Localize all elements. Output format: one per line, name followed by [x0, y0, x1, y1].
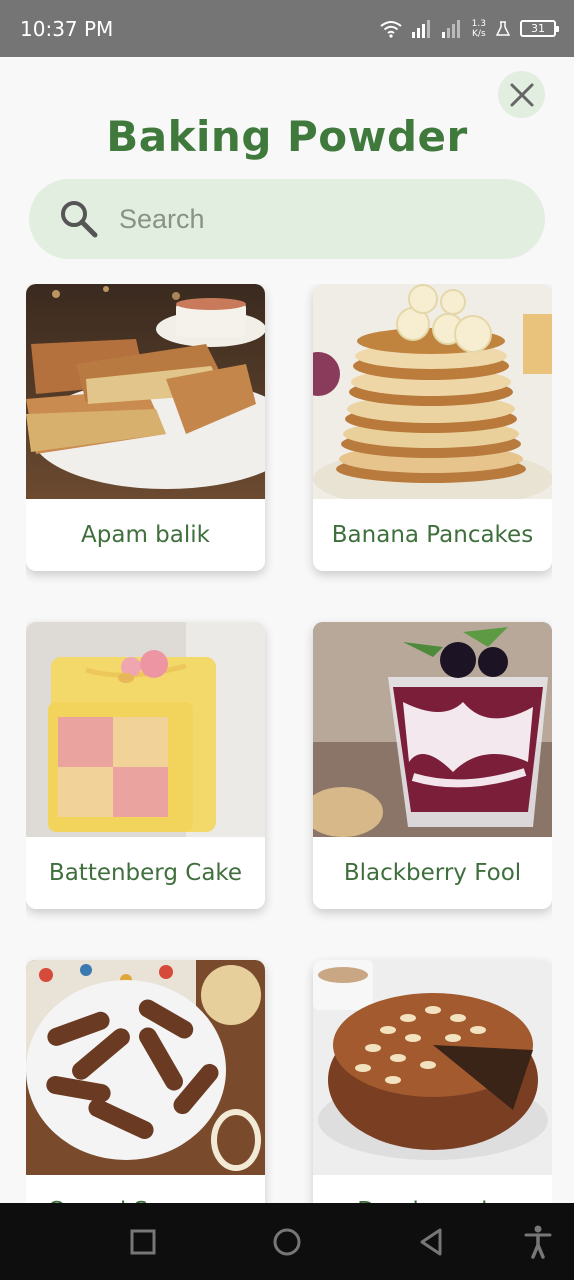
recipe-image: [313, 284, 552, 499]
signal-icon-2: [441, 19, 460, 38]
recipe-image: [313, 960, 552, 1175]
recipe-image: [26, 960, 265, 1175]
battery-icon: 31: [520, 20, 559, 37]
recipe-card[interactable]: Battenberg Cake: [26, 622, 265, 909]
status-icons: 1.3 K/s 31: [380, 19, 559, 39]
signal-icon: [411, 19, 430, 38]
search-bar[interactable]: [29, 179, 545, 259]
accessibility-icon[interactable]: [524, 1225, 552, 1259]
recipe-card[interactable]: Dundee cake: [313, 960, 552, 1204]
recipe-name: Cevapi Sausages: [26, 1175, 265, 1204]
recipe-card[interactable]: Cevapi Sausages: [26, 960, 265, 1204]
recipe-image: [313, 622, 552, 837]
recipe-image: [26, 622, 265, 837]
search-input[interactable]: [119, 203, 499, 235]
wifi-icon: [380, 20, 402, 38]
recipe-grid: Apam balik Banana Pancakes Battenberg Ca…: [26, 284, 552, 1204]
battery-level: 31: [531, 22, 545, 35]
flask-icon: [496, 20, 510, 36]
navigation-bar: [0, 1203, 574, 1280]
page-title: Baking Powder: [106, 112, 468, 161]
recipe-card[interactable]: Banana Pancakes: [313, 284, 552, 571]
network-speed: 1.3 K/s: [472, 19, 486, 39]
network-speed-value: 1.3: [471, 18, 486, 29]
status-bar: 10:37 PM 1.3 K/s 31: [0, 0, 574, 57]
network-speed-unit: K/s: [472, 28, 486, 39]
recipe-name: Banana Pancakes: [331, 522, 534, 548]
status-time: 10:37 PM: [20, 16, 114, 41]
recipe-card[interactable]: Apam balik: [26, 284, 265, 571]
search-icon: [61, 201, 98, 238]
recents-button[interactable]: [130, 1229, 156, 1255]
recipe-name: Battenberg Cake: [48, 860, 243, 886]
close-icon: [510, 83, 533, 106]
home-button[interactable]: [272, 1227, 302, 1257]
recipe-card[interactable]: Blackberry Fool: [313, 622, 552, 909]
back-button[interactable]: [418, 1227, 444, 1257]
recipe-name: Dundee cake: [313, 1175, 552, 1204]
close-button[interactable]: [498, 71, 545, 118]
recipe-name: Apam balik: [81, 522, 210, 548]
recipe-name: Blackberry Fool: [343, 860, 522, 886]
recipe-image: [26, 284, 265, 499]
